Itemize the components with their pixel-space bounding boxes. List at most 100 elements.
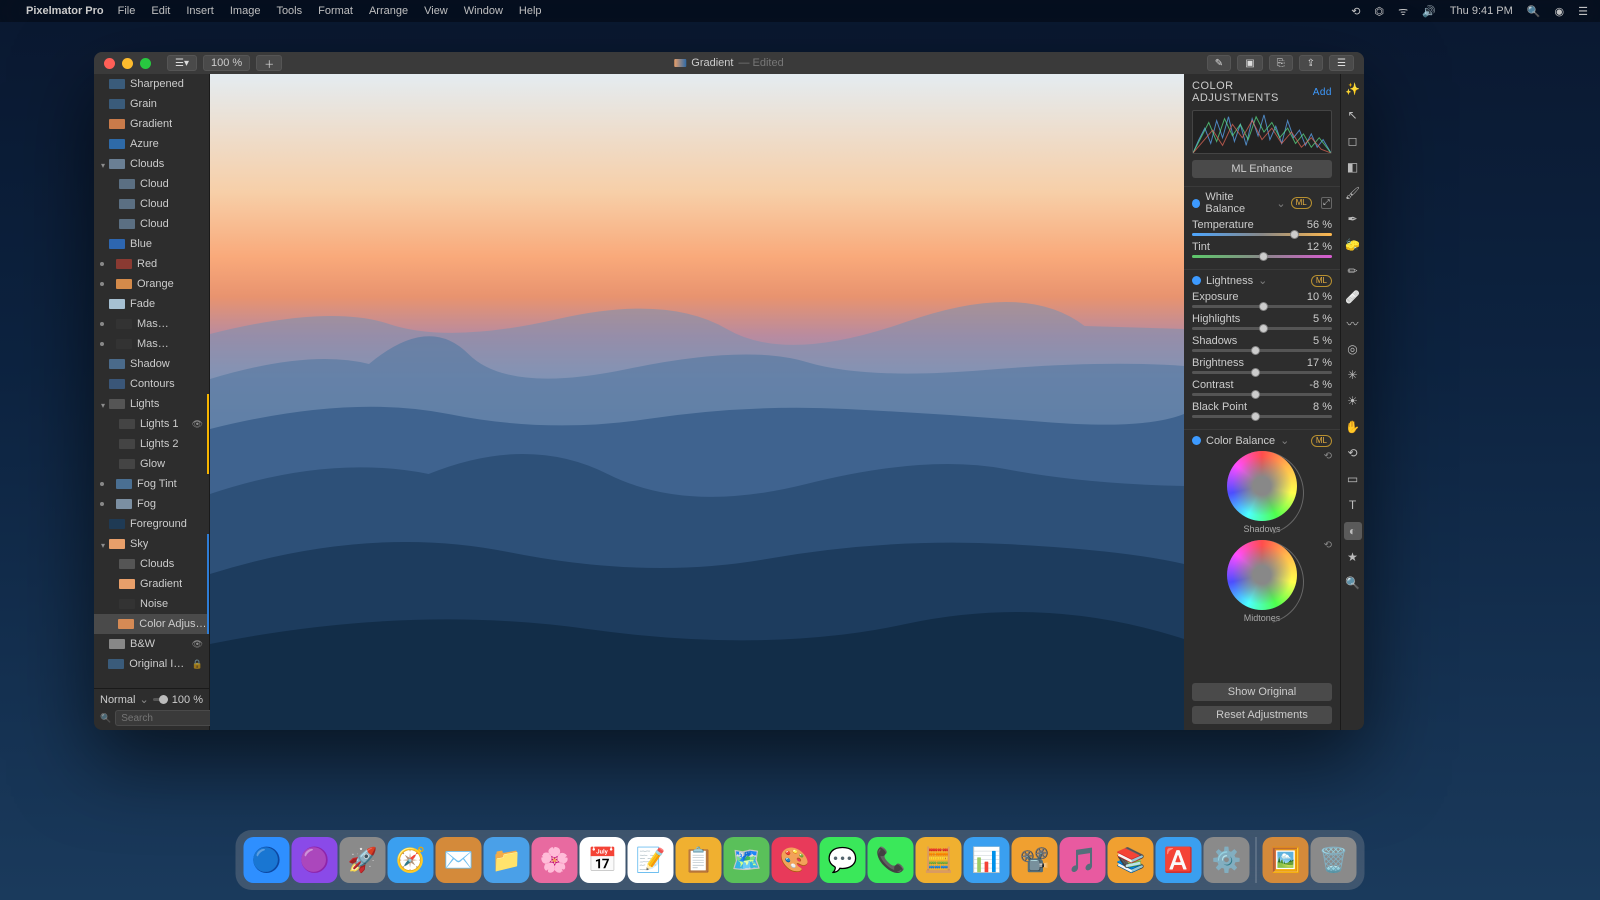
distort-tool-icon[interactable]: 〰 <box>1344 314 1362 332</box>
layer-row[interactable]: Color Adjustm… <box>94 614 209 634</box>
menu-image[interactable]: Image <box>230 5 261 17</box>
sidebar-toggle-button[interactable]: ☰▾ <box>167 55 197 71</box>
menu-format[interactable]: Format <box>318 5 353 17</box>
menu-insert[interactable]: Insert <box>186 5 214 17</box>
brightness-slider[interactable] <box>1192 371 1332 374</box>
temperature-slider[interactable] <box>1192 233 1332 236</box>
layer-row[interactable]: Grain <box>94 94 209 114</box>
volume-icon[interactable]: 🔊 <box>1422 5 1436 18</box>
dock-app[interactable]: 🔵 <box>244 837 290 883</box>
dock-app[interactable]: 🧭 <box>388 837 434 883</box>
reshape-tool-icon[interactable]: ⟲ <box>1344 444 1362 462</box>
tint-slider[interactable] <box>1192 255 1332 258</box>
dock-app[interactable]: 🎨 <box>772 837 818 883</box>
layer-row[interactable]: Blue <box>94 234 209 254</box>
arrange-tool-icon[interactable]: ◧ <box>1344 158 1362 176</box>
menu-tools[interactable]: Tools <box>276 5 302 17</box>
menu-window[interactable]: Window <box>464 5 503 17</box>
dock-app[interactable]: 📚 <box>1108 837 1154 883</box>
layer-row[interactable]: Fog Tint <box>94 474 209 494</box>
dock-app[interactable]: 🚀 <box>340 837 386 883</box>
menu-view[interactable]: View <box>424 5 448 17</box>
layer-row[interactable]: Glow <box>94 454 209 474</box>
dock-app[interactable]: 🌸 <box>532 837 578 883</box>
airdrop-icon[interactable]: ⏣ <box>1374 5 1384 18</box>
timemachine-icon[interactable]: ⟲ <box>1351 5 1360 18</box>
layer-row[interactable]: Lights 2 <box>94 434 209 454</box>
ml-badge[interactable]: ML <box>1291 197 1312 209</box>
layer-row[interactable]: Foreground <box>94 514 209 534</box>
layers-list[interactable]: SharpenedGrainGradientAzure▾CloudsCloud C… <box>94 74 209 688</box>
dock-app[interactable]: 🖼️ <box>1263 837 1309 883</box>
layer-row[interactable]: Noise <box>94 594 209 614</box>
marquee-tool-icon[interactable]: ◻ <box>1344 132 1362 150</box>
dock-app[interactable]: 📽️ <box>1012 837 1058 883</box>
dock-app[interactable]: 📋 <box>676 837 722 883</box>
shape-tool-icon[interactable]: ▭ <box>1344 470 1362 488</box>
layer-row[interactable]: Lights 1👁 <box>94 414 209 434</box>
show-original-button[interactable]: Show Original <box>1192 683 1332 701</box>
zoom-level-button[interactable]: 100 % <box>203 55 250 71</box>
dock-app[interactable]: 💬 <box>820 837 866 883</box>
menu-help[interactable]: Help <box>519 5 542 17</box>
layer-opacity-slider[interactable] <box>153 698 168 701</box>
layer-row[interactable]: ▾Clouds <box>94 154 209 174</box>
reset-icon[interactable]: ⟲ <box>1324 451 1332 462</box>
reset-icon[interactable]: ⟲ <box>1324 540 1332 551</box>
color-adjustments-tool-icon[interactable]: ◐ <box>1344 522 1362 540</box>
add-adjustment-button[interactable]: Add <box>1313 87 1332 98</box>
layer-row[interactable]: Orange <box>94 274 209 294</box>
shadows-color-wheel[interactable]: ⟲Shadows <box>1192 451 1332 534</box>
eyedropper-icon[interactable]: ⤢ <box>1321 197 1332 209</box>
retouch-tool-icon[interactable]: 🩹 <box>1344 288 1362 306</box>
paint-tool-icon[interactable]: 🖌 <box>1344 184 1362 202</box>
share-button[interactable]: ⇪ <box>1299 55 1323 71</box>
layer-row[interactable]: ▾Sky <box>94 534 209 554</box>
add-tab-button[interactable]: ＋ <box>256 55 282 71</box>
blend-mode-select[interactable]: Normal <box>100 694 135 706</box>
dock-app[interactable]: 📊 <box>964 837 1010 883</box>
repair-tool-icon[interactable]: ✋ <box>1344 418 1362 436</box>
dock-app[interactable]: 📁 <box>484 837 530 883</box>
siri-icon[interactable]: ◉ <box>1555 5 1565 18</box>
exposure-slider[interactable] <box>1192 305 1332 308</box>
dock-app[interactable]: 📝 <box>628 837 674 883</box>
dock-app[interactable]: 📞 <box>868 837 914 883</box>
export-button[interactable]: ⎘ <box>1269 55 1293 71</box>
layer-row[interactable]: Sharpened <box>94 74 209 94</box>
layer-row[interactable]: B&W👁 <box>94 634 209 654</box>
fullscreen-button[interactable] <box>140 58 151 69</box>
minimize-button[interactable] <box>122 58 133 69</box>
layer-row[interactable]: Mas… <box>94 314 209 334</box>
menu-file[interactable]: File <box>118 5 136 17</box>
close-button[interactable] <box>104 58 115 69</box>
reset-adjustments-button[interactable]: Reset Adjustments <box>1192 706 1332 724</box>
dock-app[interactable]: 🎵 <box>1060 837 1106 883</box>
canvas[interactable] <box>210 74 1184 730</box>
sharpen-tool-icon[interactable]: ☀ <box>1344 392 1362 410</box>
spotlight-icon[interactable]: 🔍 <box>1527 5 1541 18</box>
highlights-slider[interactable] <box>1192 327 1332 330</box>
dock-app[interactable]: 📅 <box>580 837 626 883</box>
favorites-tool-icon[interactable]: ★ <box>1344 548 1362 566</box>
arrow-tool-icon[interactable]: ↖ <box>1344 106 1362 124</box>
layer-row[interactable]: Cloud <box>94 174 209 194</box>
layer-row[interactable]: Clouds <box>94 554 209 574</box>
app-name[interactable]: Pixelmator Pro <box>26 5 104 17</box>
dock-app[interactable]: 🗺️ <box>724 837 770 883</box>
crop-tool-button[interactable]: ▣ <box>1237 55 1262 71</box>
layer-row[interactable]: Gradient <box>94 114 209 134</box>
layer-row[interactable]: Azure <box>94 134 209 154</box>
dock-app[interactable]: 🅰️ <box>1156 837 1202 883</box>
pen-tool-icon[interactable]: ✒ <box>1344 210 1362 228</box>
menubar-clock[interactable]: Thu 9:41 PM <box>1450 5 1513 17</box>
layer-row[interactable]: Mas… <box>94 334 209 354</box>
midtones-color-wheel[interactable]: ⟲Midtones <box>1192 540 1332 623</box>
ml-enhance-button[interactable]: ML Enhance <box>1192 160 1332 178</box>
erase-tool-icon[interactable]: 🧽 <box>1344 236 1362 254</box>
notification-center-icon[interactable]: ☰ <box>1578 5 1588 18</box>
layer-row[interactable]: ▾Lights <box>94 394 209 414</box>
wifi-icon[interactable]: ᯤ <box>1398 4 1408 19</box>
text-tool-icon[interactable]: T <box>1344 496 1362 514</box>
layer-row[interactable]: Fog <box>94 494 209 514</box>
